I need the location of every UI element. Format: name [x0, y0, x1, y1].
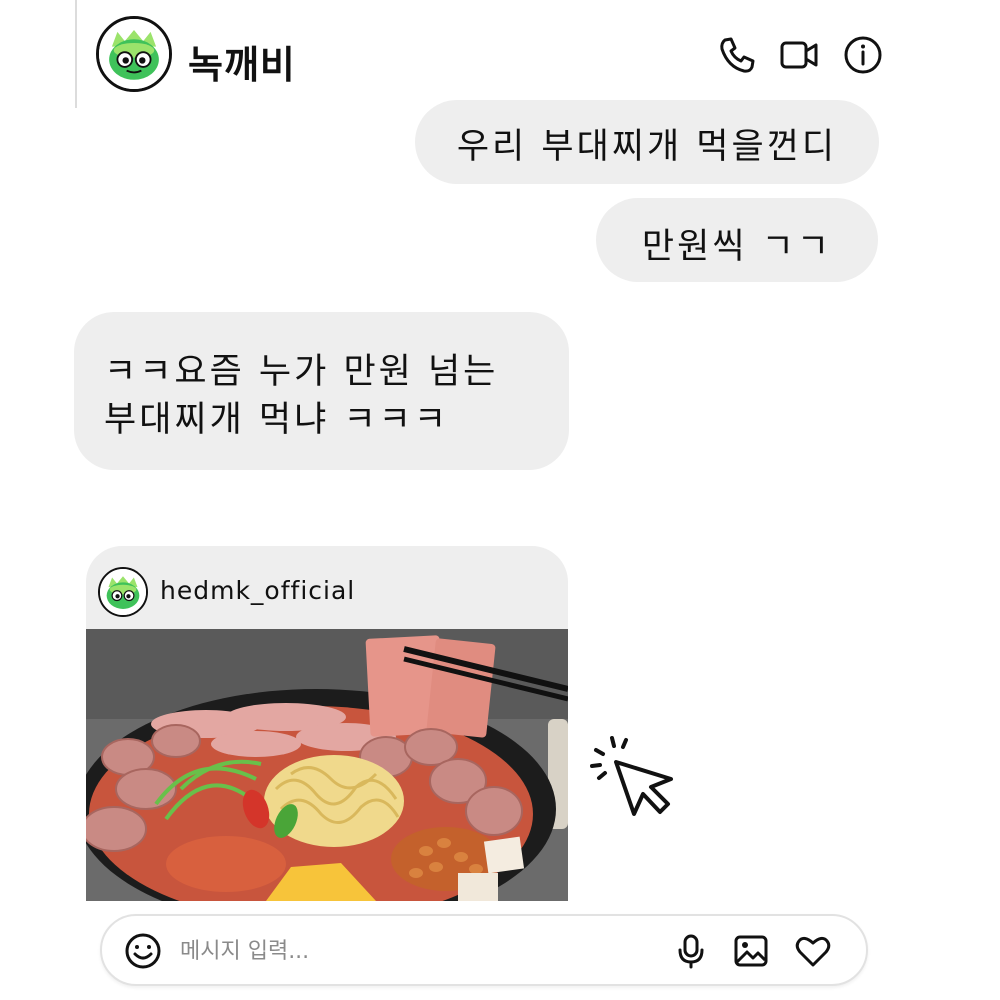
- image-icon[interactable]: [732, 932, 770, 970]
- post-author-avatar[interactable]: [98, 567, 148, 617]
- heart-icon[interactable]: [794, 932, 832, 970]
- received-message[interactable]: ㅋㅋ요즘 누가 만원 넘는 부대찌개 먹냐 ㅋㅋㅋ: [74, 312, 569, 470]
- message-line: ㅋㅋ요즘 누가 만원 넘는: [104, 352, 499, 392]
- goblin-avatar-icon: [100, 569, 146, 615]
- shared-post-header: hedmk_official: [86, 546, 568, 629]
- video-camera-icon[interactable]: [778, 34, 820, 76]
- message-line: 부대찌개 먹냐 ㅋㅋㅋ: [104, 400, 450, 440]
- chat-title: 녹깨비: [188, 43, 296, 87]
- avatar[interactable]: [96, 16, 172, 92]
- chat-header: 녹깨비: [96, 16, 896, 96]
- microphone-icon[interactable]: [672, 932, 710, 970]
- post-photo[interactable]: [86, 629, 568, 901]
- goblin-avatar-icon: [99, 19, 169, 89]
- shared-post-card[interactable]: hedmk_official: [86, 546, 568, 901]
- sent-message[interactable]: 만원씩 ㄱㄱ: [596, 198, 878, 282]
- post-author-handle[interactable]: hedmk_official: [160, 576, 355, 605]
- message-composer: [100, 914, 868, 986]
- phone-icon[interactable]: [716, 34, 758, 76]
- message-input[interactable]: [180, 932, 640, 970]
- info-icon[interactable]: [842, 34, 884, 76]
- click-cursor-icon: [590, 736, 673, 816]
- emoji-icon[interactable]: [124, 932, 162, 970]
- left-divider: [75, 0, 77, 108]
- sent-message[interactable]: 우리 부대찌개 먹을껀디: [415, 100, 879, 184]
